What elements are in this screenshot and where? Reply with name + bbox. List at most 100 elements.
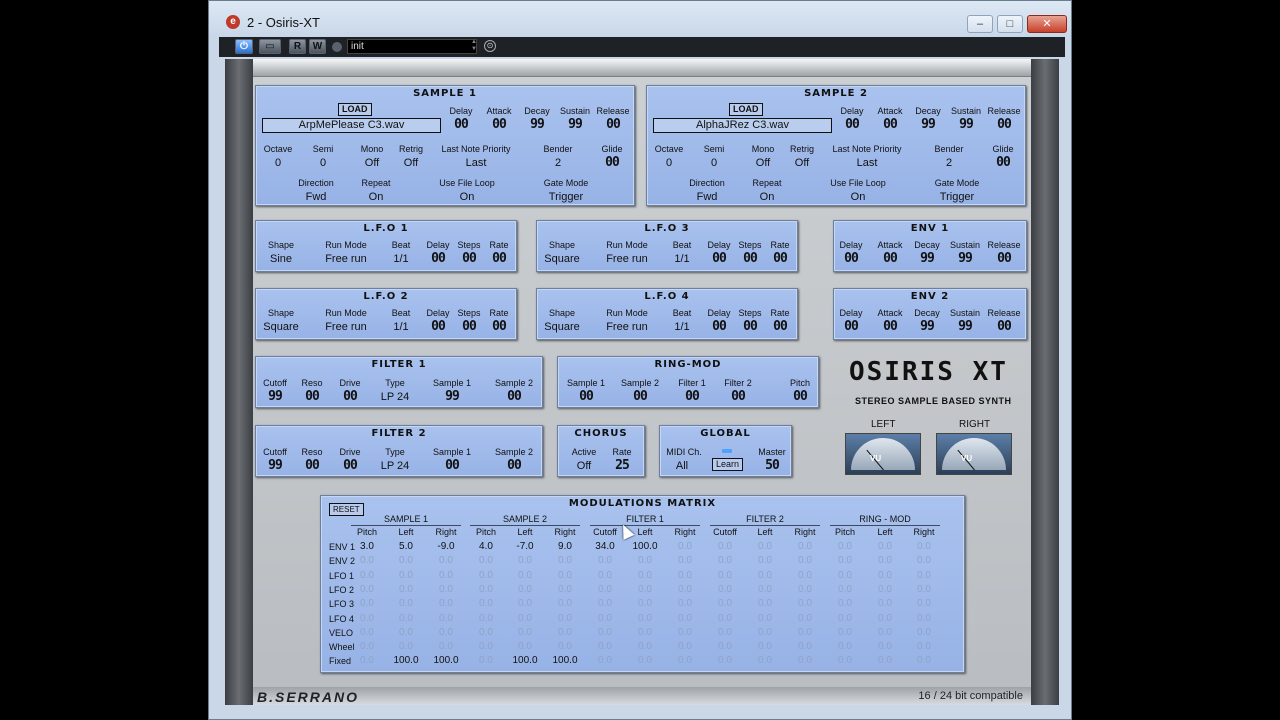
matrix-cell[interactable]: -9.0	[437, 541, 454, 552]
beat-value[interactable]: 1/1	[393, 253, 408, 265]
matrix-cell[interactable]: 0.0	[598, 641, 612, 652]
matrix-cell[interactable]: 0.0	[360, 613, 374, 624]
matrix-cell[interactable]: 0.0	[758, 584, 772, 595]
matrix-cell[interactable]: 100.0	[552, 655, 577, 666]
matrix-cell[interactable]: 0.0	[678, 655, 692, 666]
matrix-cell[interactable]: 0.0	[838, 570, 852, 581]
read-automation-button[interactable]: R	[289, 39, 306, 54]
mono-value[interactable]: Off	[756, 157, 770, 169]
minimize-button[interactable]: –	[967, 15, 993, 33]
sample-file-field[interactable]: ArpMePlease C3.wav	[262, 118, 441, 133]
release-value[interactable]: 00	[997, 319, 1012, 334]
matrix-cell[interactable]: 0.0	[558, 570, 572, 581]
shape-value[interactable]: Sine	[270, 253, 292, 265]
matrix-cell[interactable]: 4.0	[479, 541, 493, 552]
matrix-cell[interactable]: 0.0	[558, 555, 572, 566]
attack-value[interactable]: 00	[492, 117, 507, 132]
matrix-cell[interactable]: 0.0	[360, 570, 374, 581]
matrix-cell[interactable]: 0.0	[718, 655, 732, 666]
delay-value[interactable]: 00	[844, 251, 859, 266]
run-mode-value[interactable]: Free run	[606, 253, 648, 265]
matrix-cell[interactable]: 0.0	[518, 570, 532, 581]
matrix-cell[interactable]: 0.0	[479, 570, 493, 581]
reso-value[interactable]: 00	[305, 389, 320, 404]
matrix-cell[interactable]: 0.0	[479, 584, 493, 595]
matrix-cell[interactable]: 0.0	[917, 555, 931, 566]
matrix-cell[interactable]: 0.0	[917, 655, 931, 666]
release-value[interactable]: 00	[606, 117, 621, 132]
sustain-value[interactable]: 99	[568, 117, 583, 132]
release-value[interactable]: 00	[997, 251, 1012, 266]
sustain-value[interactable]: 99	[959, 117, 974, 132]
matrix-cell[interactable]: 0.0	[917, 570, 931, 581]
write-automation-button[interactable]: W	[309, 39, 326, 54]
matrix-cell[interactable]: 0.0	[598, 584, 612, 595]
mono-value[interactable]: Off	[365, 157, 379, 169]
matrix-cell[interactable]: 0.0	[838, 627, 852, 638]
octave-value[interactable]: 0	[275, 157, 281, 169]
matrix-cell[interactable]: 0.0	[558, 598, 572, 609]
sample2-amount-value[interactable]: 00	[507, 458, 522, 473]
matrix-cell[interactable]: 0.0	[558, 641, 572, 652]
use-file-loop-value[interactable]: On	[460, 191, 475, 203]
direction-value[interactable]: Fwd	[697, 191, 718, 203]
matrix-cell[interactable]: 0.0	[798, 655, 812, 666]
use-file-loop-value[interactable]: On	[851, 191, 866, 203]
matrix-cell[interactable]: 0.0	[917, 584, 931, 595]
matrix-cell[interactable]: 0.0	[638, 655, 652, 666]
steps-value[interactable]: 00	[462, 319, 477, 334]
delay-value[interactable]: 00	[845, 117, 860, 132]
sample2-amount-value[interactable]: 00	[507, 389, 522, 404]
attack-value[interactable]: 00	[883, 251, 898, 266]
matrix-cell[interactable]: 0.0	[917, 641, 931, 652]
matrix-cell[interactable]: 0.0	[678, 627, 692, 638]
load-button[interactable]: LOAD	[729, 103, 763, 116]
matrix-cell[interactable]: 0.0	[758, 641, 772, 652]
matrix-cell[interactable]: 0.0	[838, 641, 852, 652]
matrix-cell[interactable]: 0.0	[638, 555, 652, 566]
sample-file-field[interactable]: AlphaJRez C3.wav	[653, 118, 832, 133]
delay-value[interactable]: 00	[431, 251, 446, 266]
matrix-cell[interactable]: 0.0	[479, 598, 493, 609]
gate-mode-value[interactable]: Trigger	[549, 191, 583, 203]
steps-value[interactable]: 00	[743, 319, 758, 334]
run-mode-value[interactable]: Free run	[325, 321, 367, 333]
gate-mode-value[interactable]: Trigger	[940, 191, 974, 203]
matrix-cell[interactable]: 0.0	[838, 541, 852, 552]
matrix-cell[interactable]: 0.0	[479, 555, 493, 566]
matrix-cell[interactable]: 0.0	[678, 570, 692, 581]
matrix-cell[interactable]: 0.0	[439, 555, 453, 566]
matrix-cell[interactable]: 0.0	[399, 584, 413, 595]
matrix-cell[interactable]: 0.0	[638, 598, 652, 609]
matrix-cell[interactable]: 0.0	[878, 641, 892, 652]
matrix-cell[interactable]: 0.0	[399, 613, 413, 624]
matrix-cell[interactable]: 0.0	[558, 627, 572, 638]
type-value[interactable]: LP 24	[381, 391, 410, 403]
attack-value[interactable]: 00	[883, 117, 898, 132]
matrix-cell[interactable]: 0.0	[558, 584, 572, 595]
drive-value[interactable]: 00	[343, 458, 358, 473]
matrix-cell[interactable]: 0.0	[598, 598, 612, 609]
sample1-amount-value[interactable]: 99	[445, 389, 460, 404]
reset-button[interactable]: RESET	[329, 503, 364, 516]
matrix-cell[interactable]: 0.0	[798, 598, 812, 609]
reso-value[interactable]: 00	[305, 458, 320, 473]
matrix-cell[interactable]: 0.0	[758, 655, 772, 666]
matrix-cell[interactable]: 0.0	[678, 598, 692, 609]
matrix-cell[interactable]: 0.0	[360, 627, 374, 638]
delay-value[interactable]: 00	[431, 319, 446, 334]
type-value[interactable]: LP 24	[381, 460, 410, 472]
matrix-cell[interactable]: 0.0	[518, 555, 532, 566]
rate-value[interactable]: 25	[615, 458, 630, 473]
active-value[interactable]: Off	[577, 460, 591, 472]
matrix-cell[interactable]: 0.0	[360, 655, 374, 666]
matrix-cell[interactable]: 0.0	[878, 598, 892, 609]
beat-value[interactable]: 1/1	[393, 321, 408, 333]
rate-value[interactable]: 00	[492, 251, 507, 266]
beat-value[interactable]: 1/1	[674, 253, 689, 265]
matrix-cell[interactable]: 0.0	[598, 570, 612, 581]
glide-value[interactable]: 00	[996, 155, 1011, 170]
midi-learn-button[interactable]: Learn	[712, 458, 744, 471]
matrix-cell[interactable]: 0.0	[678, 555, 692, 566]
matrix-cell[interactable]: 0.0	[838, 584, 852, 595]
